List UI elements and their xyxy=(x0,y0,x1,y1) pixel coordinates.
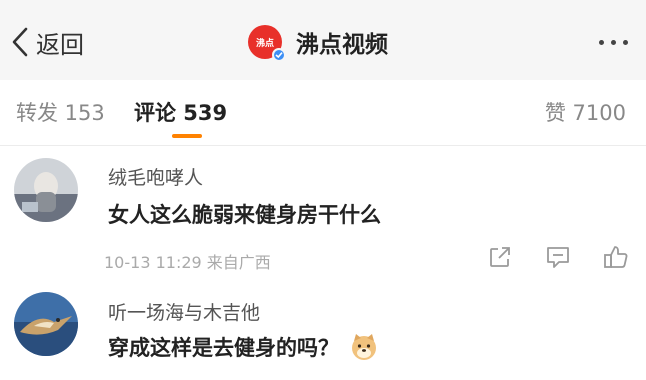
account-logo: 沸点 xyxy=(248,25,286,62)
doge-emoji-icon xyxy=(349,332,379,362)
comment-item: 绒毛咆哮人 女人这么脆弱来健身房干什么 10-13 11:29 来自广西 xyxy=(0,146,646,276)
comment-text-body: 女人这么脆弱来健身房干什么 xyxy=(108,203,381,227)
interaction-tabs: 转发 153 评论 539 赞 7100 xyxy=(0,80,646,146)
user-avatar-image xyxy=(14,292,78,356)
comment-item: 听一场海与木吉他 穿成这样是去健身的吗？ xyxy=(0,282,646,380)
avatar[interactable] xyxy=(14,158,78,222)
comment-meta: 10-13 11:29 来自广西 xyxy=(104,253,271,272)
comment-text: 女人这么脆弱来健身房干什么 xyxy=(108,199,381,229)
user-avatar-image xyxy=(14,158,78,222)
like-icon[interactable] xyxy=(602,243,630,271)
top-navbar: 返回 沸点 沸点视频 xyxy=(0,0,646,80)
page-title: 沸点视频 xyxy=(296,32,388,58)
comment-username[interactable]: 绒毛咆哮人 xyxy=(108,163,203,190)
verified-badge-icon xyxy=(272,48,286,62)
tab-repost[interactable]: 转发 153 xyxy=(16,97,105,127)
account-title[interactable]: 沸点 沸点视频 xyxy=(248,22,388,62)
back-button[interactable]: 返回 xyxy=(10,22,84,62)
chevron-left-icon xyxy=(12,27,28,57)
comment-text: 穿成这样是去健身的吗？ xyxy=(108,332,379,362)
tab-comment[interactable]: 评论 539 xyxy=(134,97,227,127)
back-label: 返回 xyxy=(36,30,84,59)
account-logo-wordmark: 沸点 xyxy=(256,37,274,48)
share-icon[interactable] xyxy=(486,243,514,271)
more-options-icon[interactable] xyxy=(599,40,628,45)
tab-like[interactable]: 赞 7100 xyxy=(545,97,626,127)
avatar[interactable] xyxy=(14,292,78,356)
comment-text-body: 穿成这样是去健身的吗？ xyxy=(108,336,339,360)
reply-icon[interactable] xyxy=(544,243,572,271)
comment-username[interactable]: 听一场海与木吉他 xyxy=(108,298,260,325)
active-tab-indicator xyxy=(172,134,202,138)
comment-actions xyxy=(486,243,630,271)
svg-text:沸点: 沸点 xyxy=(256,37,274,48)
